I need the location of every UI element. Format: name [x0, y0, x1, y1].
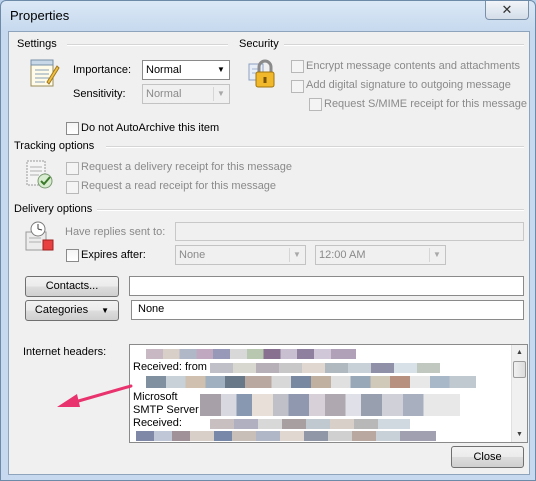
redacted-header-text: [136, 431, 436, 441]
header-line-1: Received: from: [133, 361, 207, 373]
settings-notepad-icon: [30, 59, 60, 87]
properties-window: Properties ✕ Settings Importance: Normal…: [0, 0, 536, 481]
chevron-down-icon: ▼: [217, 65, 225, 74]
security-group-title: Security: [239, 38, 283, 50]
delivery-stopwatch-icon: [25, 221, 54, 251]
header-line-2: Microsoft: [133, 391, 178, 403]
redacted-header-text: [200, 394, 460, 416]
importance-select[interactable]: Normal ▼: [142, 60, 230, 80]
expires-date-select[interactable]: None ▼: [175, 245, 306, 265]
close-icon: ✕: [501, 2, 513, 17]
window-close-button[interactable]: ✕: [485, 1, 529, 20]
settings-divider: [67, 44, 228, 46]
close-button[interactable]: Close: [451, 446, 524, 468]
expires-time-select[interactable]: 12:00 AM ▼: [315, 245, 446, 265]
sensitivity-value: Normal: [146, 88, 182, 100]
redacted-header-text: [210, 363, 440, 373]
tracking-receipt-icon: [26, 160, 53, 189]
smime-receipt-checkbox[interactable]: [309, 98, 322, 111]
expires-checkbox[interactable]: [66, 249, 79, 262]
delivery-receipt-checkbox[interactable]: [66, 162, 79, 175]
contacts-input[interactable]: [129, 276, 524, 296]
sensitivity-label: Sensitivity:: [73, 88, 126, 100]
header-line-4: Received:: [133, 417, 182, 429]
headers-scrollbar[interactable]: ▲ ▼: [511, 345, 527, 442]
categories-button[interactable]: Categories ▼: [25, 300, 119, 321]
redacted-header-text: [146, 349, 356, 359]
replies-input[interactable]: [175, 222, 524, 241]
categories-input[interactable]: None: [131, 300, 524, 320]
digital-signature-checkbox[interactable]: [291, 80, 304, 93]
smime-receipt-label: Request S/MIME receipt for this message: [324, 98, 527, 110]
expires-time-value: 12:00 AM: [319, 249, 366, 261]
encrypt-checkbox[interactable]: [291, 60, 304, 73]
security-padlock-icon: [248, 59, 275, 88]
internet-headers-label: Internet headers:: [23, 346, 107, 358]
expires-date-value: None: [179, 249, 206, 261]
importance-value: Normal: [146, 64, 182, 76]
redacted-header-text: [210, 419, 410, 429]
categories-button-label: Categories: [34, 304, 89, 316]
autoarchive-checkbox[interactable]: [66, 122, 79, 135]
title-bar: Properties ✕: [1, 1, 535, 31]
tracking-divider: [106, 146, 524, 148]
header-line-3: SMTP Server: [133, 404, 199, 416]
contacts-button[interactable]: Contacts...: [25, 276, 119, 297]
tracking-group-title: Tracking options: [14, 140, 99, 152]
chevron-down-icon: ▼: [101, 306, 110, 315]
digital-signature-label: Add digital signature to outgoing messag…: [306, 79, 511, 91]
read-receipt-checkbox[interactable]: [66, 181, 79, 194]
dialog-client-area: Settings Importance: Normal ▼ Sensitivit…: [8, 31, 530, 475]
chevron-down-icon: ▼: [429, 248, 444, 262]
chevron-down-icon: ▼: [213, 87, 228, 101]
window-title: Properties: [10, 8, 70, 23]
annotation-arrow-icon: [57, 384, 133, 407]
sensitivity-select[interactable]: Normal ▼: [142, 84, 230, 104]
internet-headers-textarea[interactable]: Received: from Microsoft SMTP Server Rec…: [129, 344, 528, 443]
read-receipt-label: Request a read receipt for this message: [81, 180, 277, 192]
redacted-header-text: [146, 376, 476, 388]
delivery-receipt-label: Request a delivery receipt for this mess…: [81, 161, 292, 173]
expires-label: Expires after:: [81, 249, 146, 261]
replies-label: Have replies sent to:: [65, 226, 166, 238]
scroll-down-icon[interactable]: ▼: [513, 428, 526, 441]
autoarchive-label: Do not AutoArchive this item: [81, 122, 220, 134]
encrypt-label: Encrypt message contents and attachments: [306, 60, 521, 72]
delivery-divider: [97, 209, 524, 211]
scroll-up-icon[interactable]: ▲: [513, 346, 526, 359]
chevron-down-icon: ▼: [289, 248, 304, 262]
security-divider: [284, 44, 524, 46]
settings-group-title: Settings: [17, 38, 61, 50]
delivery-group-title: Delivery options: [14, 203, 97, 215]
scroll-thumb[interactable]: [513, 361, 526, 378]
importance-label: Importance:: [73, 64, 132, 76]
